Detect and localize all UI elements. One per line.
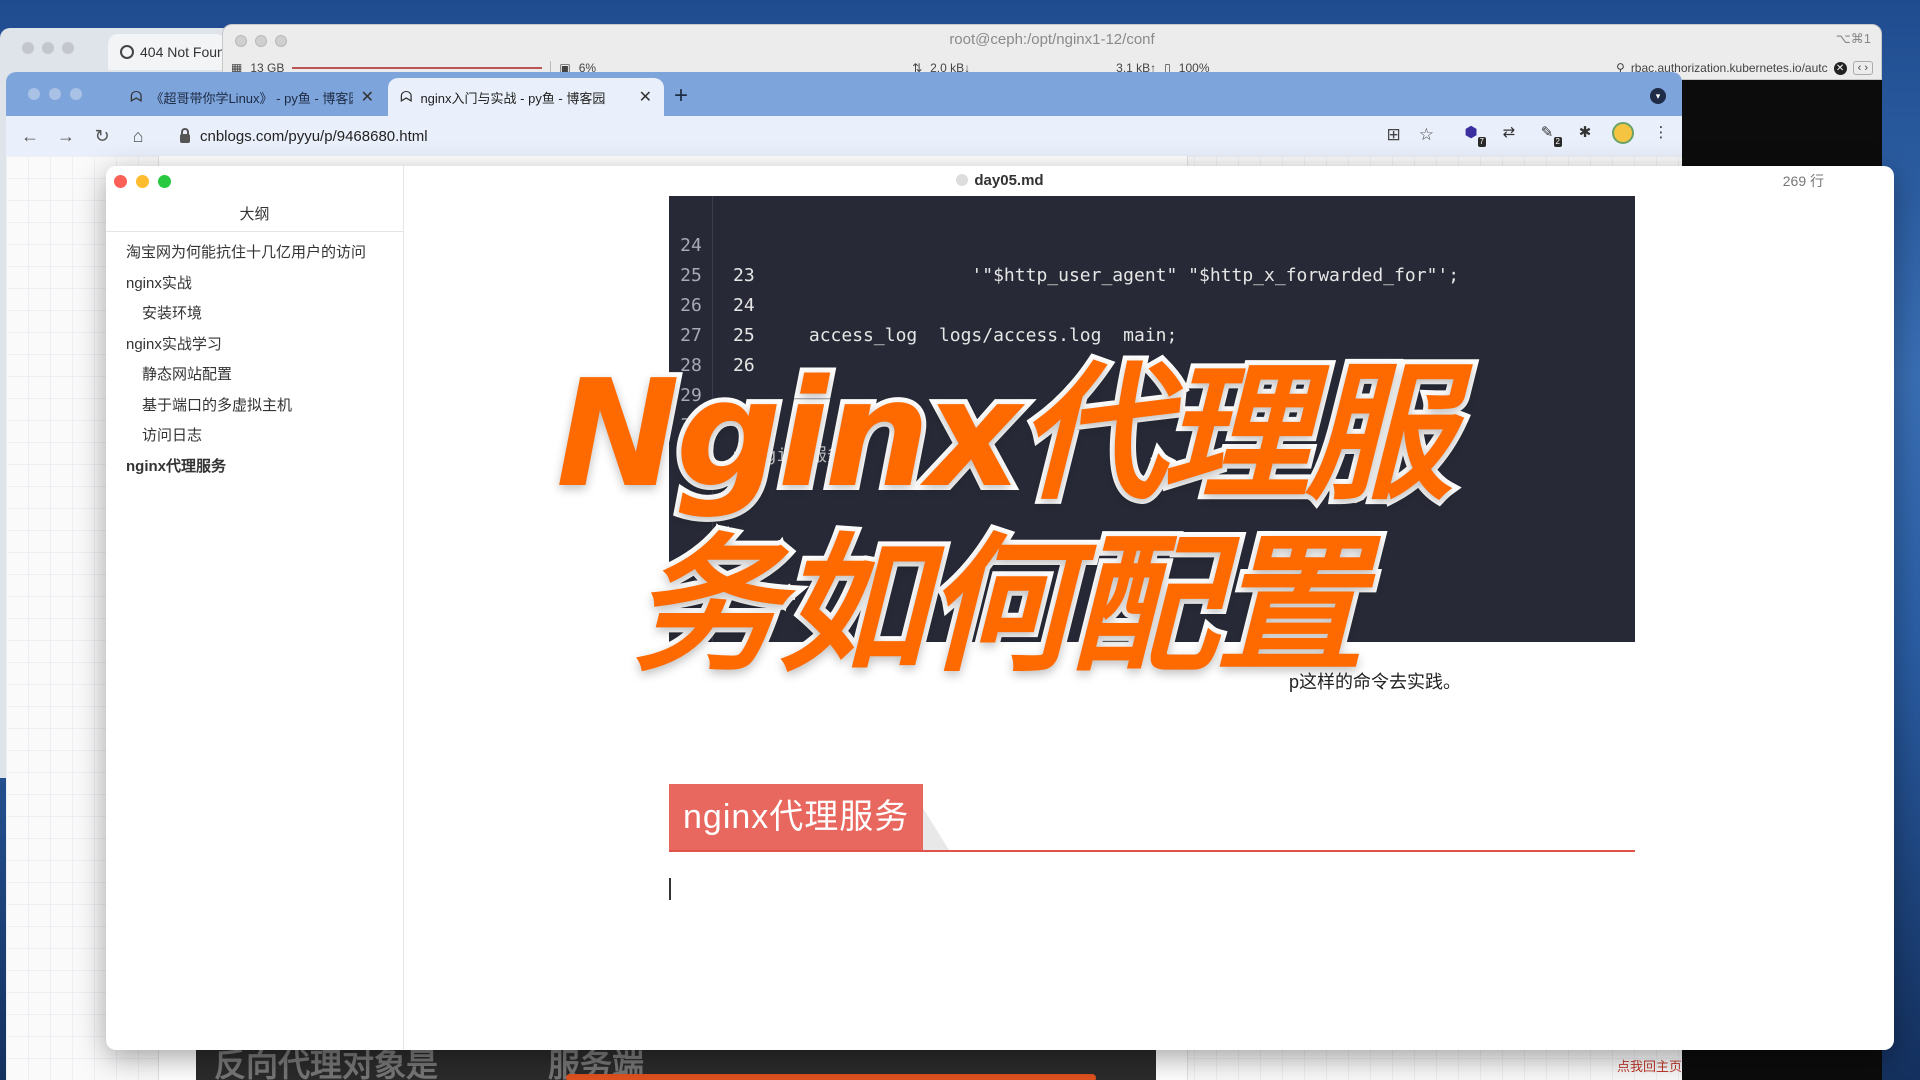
address-bar[interactable]: cnblogs.com/pyyu/p/9468680.html ⊞ ☆: [164, 121, 1442, 151]
terminal-title: root@ceph:/opt/nginx1-12/conf: [949, 31, 1155, 48]
terminal-shortcut: ⌥⌘1: [1835, 31, 1871, 46]
url-text[interactable]: cnblogs.com/pyyu/p/9468680.html: [200, 128, 428, 145]
outline-item[interactable]: 安装环境: [106, 299, 403, 330]
outline-item[interactable]: nginx实战: [106, 269, 403, 300]
extension-badge: 2: [1553, 137, 1562, 147]
outline-item[interactable]: 基于端口的多虚拟主机: [106, 391, 403, 422]
home-icon[interactable]: ⌂: [120, 126, 156, 147]
code-line: 24 23 '"$http_user_agent" "$http_x_forwa…: [669, 201, 1635, 286]
puzzle-icon[interactable]: ✱: [1574, 122, 1596, 144]
code-line: 30 # nginx服务: [669, 381, 1635, 466]
tab-nginx-article[interactable]: ᗣ nginx入门与实战 - py鱼 - 博客园 ✕: [388, 78, 664, 116]
outline-item[interactable]: 淘宝网为何能抗住十几亿用户的访问: [106, 238, 403, 269]
browser-window-controls: [28, 88, 82, 100]
qr-code-icon[interactable]: ⊞: [1387, 125, 1401, 145]
extension-icon[interactable]: ✎ 2: [1536, 122, 1562, 147]
bookmark-star-icon[interactable]: ☆: [1419, 125, 1434, 145]
tab-linux-course[interactable]: ᗣ 《超哥带你学Linux》 - py鱼 - 博客园 ✕: [118, 78, 386, 116]
markdown-file-icon: [956, 174, 969, 186]
memory-bar: [292, 67, 543, 69]
back-arrow-icon[interactable]: ←: [12, 126, 48, 147]
window-controls: [22, 42, 74, 54]
outline-sidebar: 大纲 淘宝网为何能抗住十几亿用户的访问 nginx实战 安装环境 nginx实战…: [106, 166, 404, 1050]
code-line: 29: [669, 351, 1635, 406]
code-line: 27 26: [669, 291, 1635, 376]
outline-title: 大纲: [106, 198, 403, 232]
home-link[interactable]: 点我回主页: [1617, 1056, 1682, 1075]
code-line: 26 25 access_log logs/access.log main;: [669, 261, 1635, 346]
paragraph[interactable]: p这样的命令去实践。: [669, 668, 1461, 694]
code-line: 28: [669, 321, 1635, 376]
file-name: day05.md: [974, 172, 1044, 189]
background-tab-title: 404 Not Found: [140, 44, 226, 60]
tab-title: 《超哥带你学Linux》 - py鱼 - 博客园: [150, 90, 353, 106]
close-icon[interactable]: ✕: [639, 87, 652, 107]
code-line: s.log: [669, 596, 1635, 651]
paragraph-text: p这样的命令去实践。: [1289, 672, 1462, 692]
markdown-editor-window: day05.md 269 行 大纲 淘宝网为何能抗住十几亿用户的访问 nginx…: [106, 166, 1894, 1050]
clear-icon[interactable]: ✕: [1833, 61, 1847, 75]
outline-list: 淘宝网为何能抗住十几亿用户的访问 nginx实战 安装环境 nginx实战学习 …: [106, 238, 403, 482]
close-icon[interactable]: ✕: [361, 87, 374, 107]
code-text: # nginx服务: [733, 445, 845, 466]
tab-search-icon[interactable]: ▾: [1650, 88, 1666, 104]
lock-icon[interactable]: [180, 127, 190, 143]
text-cursor: [669, 878, 671, 900]
code-text: s.log: [1279, 630, 1334, 651]
reload-icon[interactable]: ↻: [84, 126, 120, 147]
extension-icon[interactable]: ⬢ 7: [1460, 122, 1486, 147]
background-tab[interactable]: 404 Not Found: [108, 34, 226, 70]
cnblogs-icon: ᗣ: [400, 88, 413, 106]
more-menu-icon[interactable]: ⋮: [1650, 122, 1672, 144]
profile-avatar[interactable]: [1612, 122, 1634, 144]
forward-arrow-icon[interactable]: →: [48, 126, 84, 147]
code-block[interactable]: 24 23 '"$http_user_agent" "$http_x_forwa…: [669, 196, 1635, 651]
extension-badge: 7: [1477, 137, 1486, 147]
tab-title: nginx入门与实战 - py鱼 - 博客园: [420, 90, 606, 106]
line-number: 30: [680, 415, 702, 436]
section-heading[interactable]: nginx代理服务: [669, 784, 1635, 852]
cnblogs-icon: ᗣ: [130, 88, 143, 106]
outline-item[interactable]: nginx实战学习: [106, 330, 403, 361]
outline-item[interactable]: 静态网站配置: [106, 360, 403, 391]
new-tab-button[interactable]: +: [674, 82, 688, 110]
outline-item-active[interactable]: nginx代理服务: [106, 452, 403, 483]
code-line: 25 24: [669, 231, 1635, 316]
outline-item[interactable]: 访问日志: [106, 421, 403, 452]
globe-icon: [120, 45, 134, 59]
browser-toolbar: ← → ↻ ⌂ cnblogs.com/pyyu/p/9468680.html …: [6, 116, 1682, 156]
heading-text: nginx代理服务: [669, 784, 950, 850]
tab-strip: ᗣ 《超哥带你学Linux》 - py鱼 - 博客园 ✕ ᗣ nginx入门与实…: [6, 72, 1682, 116]
extensions-area: ⬢ 7 ⇄ ✎ 2 ✱ ⋮: [1460, 122, 1672, 147]
prev-next-buttons[interactable]: ‹ ›: [1852, 61, 1873, 75]
translate-extension-icon[interactable]: ⇄: [1498, 122, 1520, 144]
line-count: 269 行: [1782, 173, 1824, 189]
